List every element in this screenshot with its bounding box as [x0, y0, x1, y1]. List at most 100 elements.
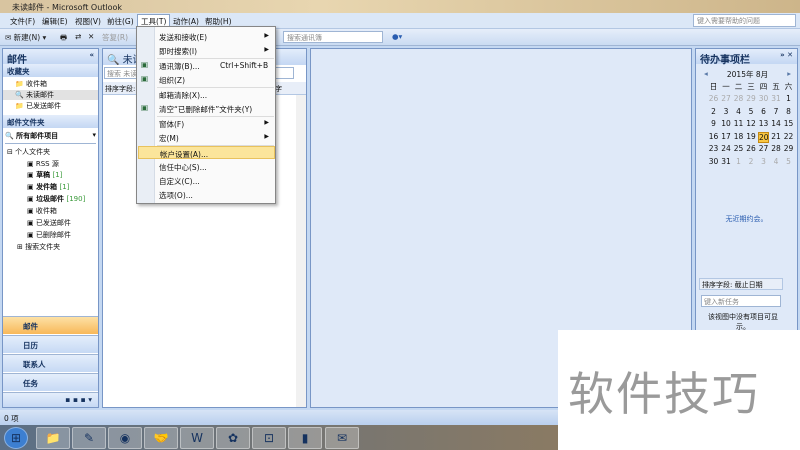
menu-item[interactable]: 信任中心(S)... [138, 160, 275, 173]
menu-item[interactable]: 邮箱清除(X)... [138, 88, 275, 101]
reply-button[interactable]: 答复(R) [102, 32, 128, 43]
calendar-day[interactable]: 31 [721, 157, 732, 166]
calendar-day[interactable]: 3 [721, 107, 732, 116]
calendar-day[interactable]: 12 [746, 119, 757, 128]
menu-edit[interactable]: 编辑(E) [42, 16, 68, 27]
menu-item[interactable]: ▣ 通讯簿(B)... Ctrl+Shift+B [138, 59, 275, 72]
nav-contacts-button[interactable]: 联系人 [3, 354, 98, 372]
delete-icon[interactable]: ✕ [88, 32, 94, 41]
prev-month-icon[interactable]: ◂ [696, 69, 708, 78]
nav-shortcuts[interactable]: ▪ ▪ ▪ ▾ [3, 392, 98, 407]
calendar-day[interactable]: 9 [708, 119, 719, 128]
nav-tasks-button[interactable]: 任务 [3, 373, 98, 391]
calendar-day[interactable]: 10 [721, 119, 732, 128]
terminal-icon[interactable]: ▮ [288, 427, 322, 449]
calendar-day[interactable]: 1 [783, 94, 794, 103]
next-month-icon[interactable]: ▸ [787, 69, 797, 78]
menu-item[interactable]: 宏(M) ▶ [138, 131, 275, 144]
favorite-unread[interactable]: 🔍 未读邮件 [3, 90, 98, 100]
all-mail-items-dropdown[interactable]: 🔍 所有邮件项目 ▾ [5, 131, 96, 144]
menu-item[interactable]: 发送和接收(E) ▶ [138, 30, 275, 43]
help-icon[interactable]: ●▾ [392, 32, 402, 41]
calendar-day[interactable]: 6 [758, 107, 769, 116]
favorite-sent[interactable]: 📁 已发送邮件 [15, 101, 61, 111]
calendar-day[interactable]: 25 [733, 144, 744, 153]
calendar-day[interactable]: 24 [721, 144, 732, 153]
menu-item[interactable]: 自定义(C)... [138, 174, 275, 187]
calendar-day[interactable]: 20 [758, 131, 769, 143]
menu-item[interactable]: ▣ 组织(Z) [138, 73, 275, 86]
menu-item[interactable]: 窗体(F) ▶ [138, 117, 275, 130]
folder-search[interactable]: ⊞ 搜索文件夹 [17, 242, 60, 252]
folder-outbox[interactable]: ▣ 发件箱 [1] [27, 182, 69, 192]
calendar-day[interactable]: 5 [746, 107, 757, 116]
word-icon[interactable]: W [180, 427, 214, 449]
calendar-day[interactable]: 27 [758, 144, 769, 153]
calendar-day[interactable]: 27 [721, 94, 732, 103]
menu-go[interactable]: 前往(G) [107, 16, 134, 27]
outlook-icon[interactable]: ✉ [325, 427, 359, 449]
calendar-day[interactable]: 29 [783, 144, 794, 153]
folder-drafts[interactable]: ▣ 草稿 [1] [27, 170, 62, 180]
favorite-inbox[interactable]: 📁 收件箱 [15, 79, 47, 89]
calendar-day[interactable]: 4 [733, 107, 744, 116]
calendar-day[interactable]: 3 [758, 157, 769, 166]
calendar-day[interactable]: 26 [746, 144, 757, 153]
nav-mail-button[interactable]: 邮件 [3, 316, 98, 334]
app-icon[interactable]: ✿ [216, 427, 250, 449]
calendar-day[interactable]: 16 [708, 132, 719, 141]
calendar-day[interactable]: 19 [746, 132, 757, 141]
folder-deleted[interactable]: ▣ 已删除邮件 [27, 230, 71, 240]
collapse-icon[interactable]: « [89, 51, 94, 59]
calendar-day[interactable]: 18 [733, 132, 744, 141]
print-icon[interactable]: 🖶 [60, 32, 67, 45]
close-icon[interactable]: » ✕ [780, 51, 793, 59]
calendar-day[interactable]: 8 [783, 107, 794, 116]
calendar-day[interactable]: 4 [771, 157, 782, 166]
start-button[interactable]: ⊞ [4, 427, 28, 449]
scrollbar[interactable] [296, 95, 306, 407]
folder-rss[interactable]: ▣ RSS 源 [27, 159, 59, 169]
calendar-day[interactable]: 5 [783, 157, 794, 166]
calendar-day[interactable]: 28 [771, 144, 782, 153]
menu-item[interactable]: 选项(O)... [138, 188, 275, 201]
calendar-day[interactable]: 1 [733, 157, 744, 166]
new-task-input[interactable]: 键入新任务 [701, 295, 781, 307]
new-button[interactable]: ✉ 新建(N) ▾ [5, 32, 46, 43]
menu-view[interactable]: 视图(V) [75, 16, 101, 27]
calendar-day[interactable]: 15 [783, 119, 794, 128]
calendar-day[interactable]: 28 [733, 94, 744, 103]
menu-file[interactable]: 文件(F) [10, 16, 35, 27]
calendar-day[interactable]: 22 [783, 132, 794, 141]
calendar-day[interactable]: 13 [758, 119, 769, 128]
nav-calendar-button[interactable]: 日历 [3, 335, 98, 353]
handshake-app-icon[interactable]: 🤝 [144, 427, 178, 449]
calendar-day[interactable]: 29 [746, 94, 757, 103]
folder-inbox[interactable]: ▣ 收件箱 [27, 206, 57, 216]
firefox-icon[interactable]: ◉ [108, 427, 142, 449]
calendar-day[interactable]: 21 [771, 132, 782, 141]
calendar-day[interactable]: 30 [708, 157, 719, 166]
folder-sent[interactable]: ▣ 已发送邮件 [27, 218, 71, 228]
pen-app-icon[interactable]: ✎ [72, 427, 106, 449]
calendar-day[interactable]: 2 [746, 157, 757, 166]
help-search-input[interactable]: 键入需要帮助的问题 [693, 14, 796, 27]
network-app-icon[interactable]: ⊡ [252, 427, 286, 449]
calendar-day[interactable]: 17 [721, 132, 732, 141]
calendar-day[interactable]: 11 [733, 119, 744, 128]
calendar-day[interactable]: 7 [771, 107, 782, 116]
menu-item[interactable]: 即时搜索(I) ▶ [138, 44, 275, 57]
calendar-day[interactable]: 31 [771, 94, 782, 103]
menu-item[interactable]: 帐户设置(A)... [138, 146, 275, 159]
calendar-day[interactable]: 23 [708, 144, 719, 153]
calendar-day[interactable]: 2 [708, 107, 719, 116]
calendar-day[interactable]: 26 [708, 94, 719, 103]
menu-item[interactable]: ▣ 清空“已删除邮件”文件夹(Y) [138, 102, 275, 115]
calendar-day[interactable]: 30 [758, 94, 769, 103]
address-book-search[interactable]: 搜索通讯簿 [283, 31, 383, 43]
move-icon[interactable]: ⇄ [75, 32, 81, 41]
folder-root[interactable]: ⊟ 个人文件夹 [7, 147, 50, 157]
explorer-icon[interactable]: 📁 [36, 427, 70, 449]
calendar-day[interactable]: 14 [771, 119, 782, 128]
folder-junk[interactable]: ▣ 垃圾邮件 [190] [27, 194, 85, 204]
